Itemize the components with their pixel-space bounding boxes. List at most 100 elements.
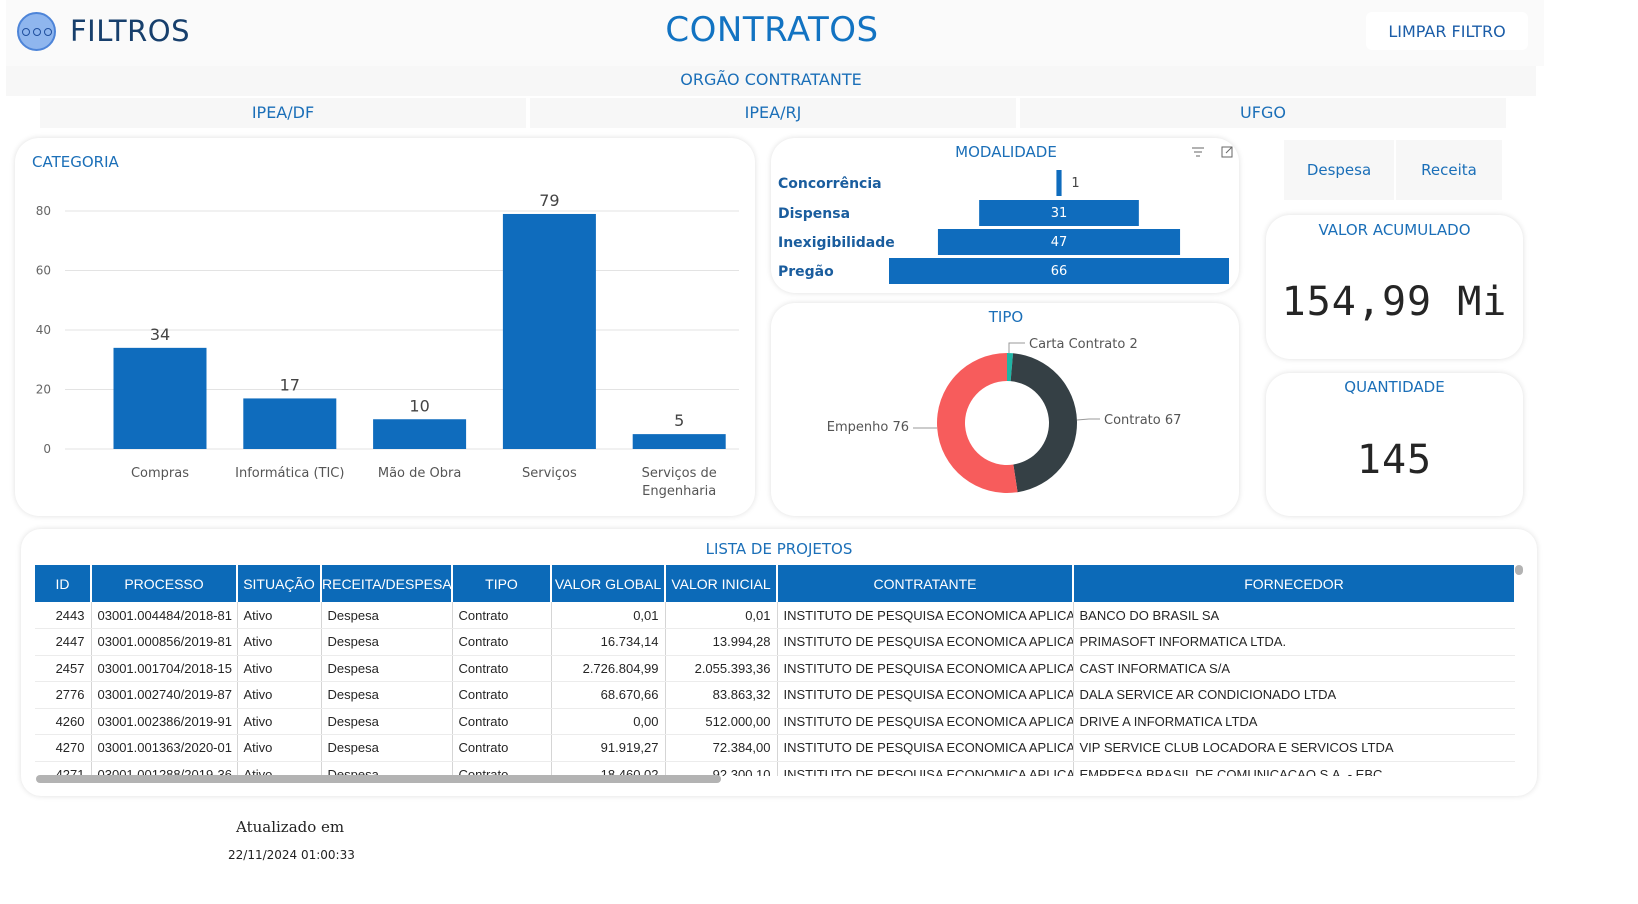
column-header[interactable]: VALOR GLOBAL	[551, 565, 666, 602]
modalidade-data-label: 31	[1051, 206, 1068, 221]
table-cell: Contrato	[452, 655, 552, 682]
table-cell: 4260	[35, 708, 92, 735]
orgao-option-ipea-rj[interactable]: IPEA/RJ	[530, 98, 1016, 128]
table-cell: 03001.001363/2020-01	[91, 734, 238, 762]
table-row[interactable]: 2443 03001.004484/2018-81 Ativo Despesa Cont…	[35, 602, 1515, 629]
column-header[interactable]: ID	[35, 565, 92, 602]
table-cell: Despesa	[321, 681, 453, 709]
table-row[interactable]: 4270 03001.001363/2020-01 Ativo Despesa Cont…	[35, 734, 1515, 762]
donut-data-label: Carta Contrato 2	[1029, 337, 1138, 352]
quantidade-card: QUANTIDADE 145	[1266, 373, 1523, 516]
table-cell: INSTITUTO DE PESQUISA ECONOMICA APLICADA	[777, 708, 1074, 735]
table-cell: INSTITUTO DE PESQUISA ECONOMICA APLICADA	[777, 761, 1074, 776]
modalidade-data-label: 66	[1051, 264, 1068, 279]
table-viewport[interactable]: ID PROCESSO SITUAÇÃO RECEITA/DESPESA TIPO VAL…	[35, 565, 1515, 776]
column-header[interactable]: SITUAÇÃO	[237, 565, 322, 602]
categoria-card: CATEGORIA 0 20 40 60 80 34 Compras 17 Informátic…	[15, 138, 755, 516]
y-tick-label: 60	[36, 264, 51, 278]
updated-label: Atualizado em	[236, 818, 345, 836]
x-tick-label: Serviços de	[642, 466, 717, 481]
table-cell: PRIMASOFT INFORMATICA LTDA.	[1073, 628, 1515, 656]
updated-timestamp: 22/11/2024 01:00:33	[228, 848, 355, 862]
orgao-option-ipea-df[interactable]: IPEA/DF	[40, 98, 526, 128]
table-cell: 18.460,02	[551, 761, 666, 776]
y-tick-label: 40	[36, 323, 51, 337]
table-cell: 03001.001704/2018-15	[91, 655, 238, 682]
column-header[interactable]: FORNECEDOR	[1073, 565, 1515, 602]
column-header[interactable]: VALOR INICIAL	[665, 565, 778, 602]
table-cell: 2457	[35, 655, 92, 682]
table-cell: 0,01	[551, 602, 666, 629]
y-tick-label: 20	[36, 383, 51, 397]
bar	[502, 213, 596, 449]
table-cell: 03001.001288/2019-36	[91, 761, 238, 776]
vertical-scrollbar[interactable]	[1515, 565, 1523, 575]
table-cell: 0,01	[665, 602, 778, 629]
orgao-slicer: IPEA/DF IPEA/RJ UFGO	[40, 98, 1506, 128]
table-cell: Ativo	[237, 761, 322, 776]
table-cell: Contrato	[452, 628, 552, 656]
projects-table: ID PROCESSO SITUAÇÃO RECEITA/DESPESA TIPO VAL…	[35, 565, 1515, 776]
table-cell: EMPRESA BRASIL DE COMUNICACAO S.A. - EBC	[1073, 761, 1515, 776]
table-cell: Ativo	[237, 602, 322, 629]
table-cell: 03001.002386/2019-91	[91, 708, 238, 735]
table-cell: 2.055.393,36	[665, 655, 778, 682]
table-cell: Despesa	[321, 628, 453, 656]
table-row[interactable]: 2776 03001.002740/2019-87 Ativo Despesa Cont…	[35, 681, 1515, 709]
data-label: 79	[539, 191, 559, 210]
table-cell: Despesa	[321, 734, 453, 762]
table-cell: CAST INFORMATICA S/A	[1073, 655, 1515, 682]
data-label: 17	[280, 375, 300, 394]
horizontal-scrollbar[interactable]	[36, 775, 721, 783]
table-cell: Contrato	[452, 708, 552, 735]
table-row[interactable]: 2457 03001.001704/2018-15 Ativo Despesa Cont…	[35, 655, 1515, 682]
table-cell: Despesa	[321, 761, 453, 776]
tipo-card: TIPO Carta Contrato 2 Contrato 67 Empenho …	[771, 303, 1239, 516]
clear-filter-button[interactable]: LIMPAR FILTRO	[1366, 12, 1528, 50]
table-cell: 2.726.804,99	[551, 655, 666, 682]
table-cell: 2447	[35, 628, 92, 656]
table-cell: 91.919,27	[551, 734, 666, 762]
table-cell: Despesa	[321, 708, 453, 735]
quantidade-value: 145	[1356, 437, 1433, 483]
table-cell: 16.734,14	[551, 628, 666, 656]
table-cell: 4271	[35, 761, 92, 776]
table-cell: DRIVE A INFORMATICA LTDA	[1073, 708, 1515, 735]
projects-table-card: LISTA DE PROJETOS ID PROCESSO SITUAÇÃO RECE…	[21, 529, 1537, 796]
table-row[interactable]: 4260 03001.002386/2019-91 Ativo Despesa Cont…	[35, 708, 1515, 735]
column-header[interactable]: CONTRATANTE	[777, 565, 1074, 602]
table-row[interactable]: 2447 03001.000856/2019-81 Ativo Despesa Cont…	[35, 628, 1515, 656]
bar	[243, 398, 337, 449]
x-tick-label: Compras	[131, 466, 189, 481]
modalidade-category-label: Inexigibilidade	[778, 235, 895, 251]
table-cell: 68.670,66	[551, 681, 666, 709]
table-cell: INSTITUTO DE PESQUISA ECONOMICA APLICADA	[777, 681, 1074, 709]
table-cell: Ativo	[237, 628, 322, 656]
projects-table-title: LISTA DE PROJETOS	[705, 540, 853, 558]
data-label: 10	[409, 396, 429, 415]
column-header[interactable]: PROCESSO	[91, 565, 238, 602]
table-row[interactable]: 4271 03001.001288/2019-36 Ativo Despesa Cont…	[35, 761, 1515, 776]
column-header[interactable]: RECEITA/DESPESA	[321, 565, 453, 602]
table-cell: 2776	[35, 681, 92, 709]
modalidade-data-label: 1	[1071, 176, 1079, 191]
leader-line	[1076, 418, 1100, 421]
table-cell: 83.863,32	[665, 681, 778, 709]
table-cell: 92.300,10	[665, 761, 778, 776]
table-cell: Ativo	[237, 681, 322, 709]
table-cell: VIP SERVICE CLUB LOCADORA E SERVICOS LTD…	[1073, 734, 1515, 762]
table-header-row: ID PROCESSO SITUAÇÃO RECEITA/DESPESA TIPO VAL…	[35, 565, 1515, 602]
despesa-filter-button[interactable]: Despesa	[1284, 140, 1394, 200]
receita-filter-button[interactable]: Receita	[1396, 140, 1502, 200]
table-cell: INSTITUTO DE PESQUISA ECONOMICA APLICADA	[777, 628, 1074, 656]
quantidade-title: QUANTIDADE	[1344, 378, 1445, 396]
column-header[interactable]: TIPO	[452, 565, 552, 602]
table-cell: Ativo	[237, 708, 322, 735]
orgao-option-ufgo[interactable]: UFGO	[1020, 98, 1506, 128]
x-tick-label: Serviços	[522, 466, 577, 481]
tipo-chart: Carta Contrato 2 Contrato 67 Empenho 76	[827, 337, 1181, 493]
table-cell: 4270	[35, 734, 92, 762]
table-cell: Contrato	[452, 734, 552, 762]
modalidade-data-label: 47	[1051, 235, 1068, 250]
data-label: 34	[150, 325, 170, 344]
